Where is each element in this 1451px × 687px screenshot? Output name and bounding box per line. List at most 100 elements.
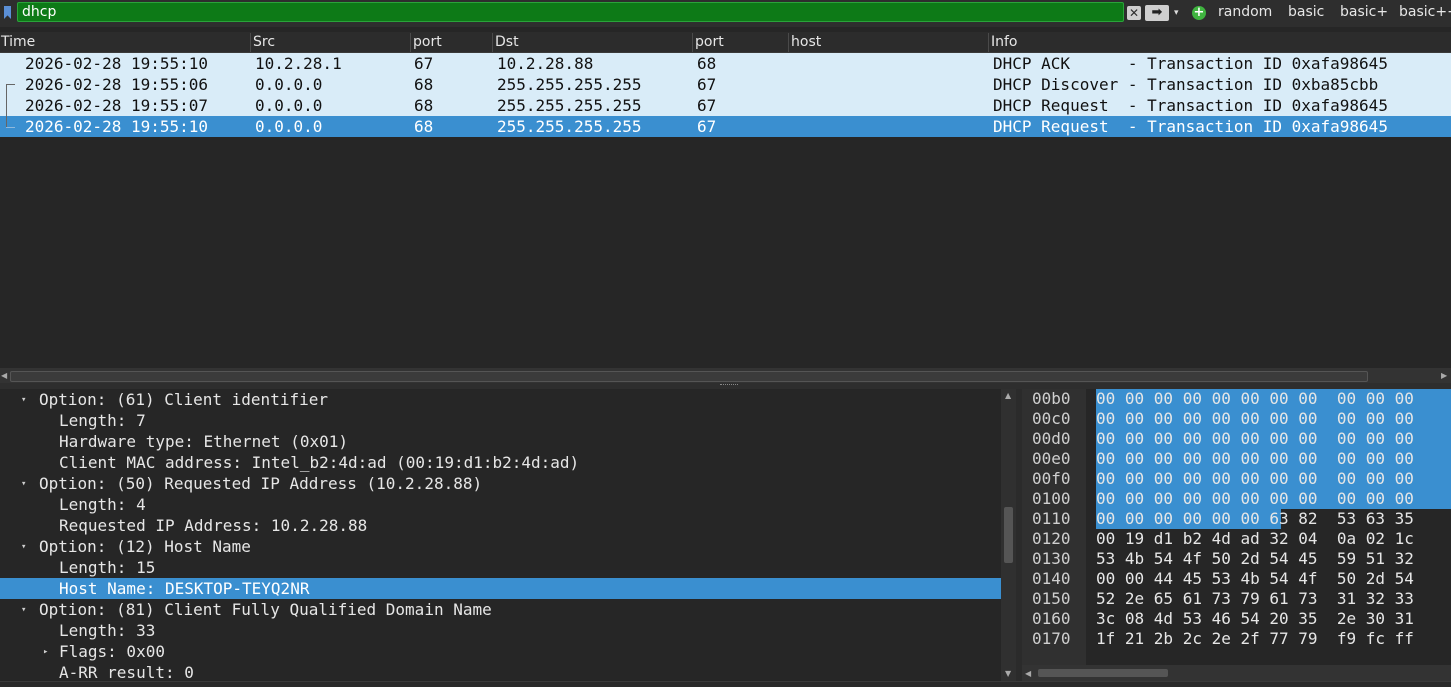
tree-item-label: Hardware type: Ethernet (0x01) xyxy=(59,432,348,451)
vscroll-thumb[interactable] xyxy=(1004,507,1013,563)
tree-item-selected[interactable]: Host Name: DESKTOP-TEYQ2NR xyxy=(0,578,1001,599)
column-header-time[interactable]: Time xyxy=(0,33,250,52)
tree-item-label: Length: 15 xyxy=(59,558,156,577)
filter-button-random[interactable]: random xyxy=(1218,4,1272,20)
apply-filter-icon[interactable]: ➡ xyxy=(1145,5,1169,21)
packet-bytes-pane[interactable]: 00b0 00 00 00 00 00 00 00 00 00 00 00 00… xyxy=(1022,389,1451,665)
byte-offset: 00f0 xyxy=(1032,469,1071,488)
filter-button-basic-plusplus[interactable]: basic++ xyxy=(1399,4,1451,20)
clear-filter-icon[interactable]: ✕ xyxy=(1127,6,1141,20)
hex-row[interactable]: 00 19 d1 b2 4d ad 32 04 0a 02 1c xyxy=(1096,529,1414,549)
tree-item-label: A-RR result: 0 xyxy=(59,663,194,681)
hex-row[interactable]: 52 2e 65 61 73 79 61 73 31 32 33 xyxy=(1096,589,1414,609)
packet-row[interactable]: 2026-02-28 19:55:06 0.0.0.0 68 255.255.2… xyxy=(0,74,1451,95)
packet-row[interactable]: 2026-02-28 19:55:07 0.0.0.0 68 255.255.2… xyxy=(0,95,1451,116)
tree-item[interactable]: Length: 15 xyxy=(0,557,1001,578)
tree-item-label: Length: 33 xyxy=(59,621,156,640)
add-filter-button-icon[interactable]: + xyxy=(1192,6,1206,20)
filter-button-basic[interactable]: basic xyxy=(1288,4,1324,20)
hex-row[interactable]: 1f 21 2b 2c 2e 2f 77 79 f9 fc ff xyxy=(1096,629,1414,649)
hex-row[interactable]: 00 00 00 00 00 00 63 82 53 63 35 xyxy=(1096,509,1414,529)
column-header-src[interactable]: Src xyxy=(250,33,412,52)
hscroll-thumb[interactable] xyxy=(10,371,1368,382)
tree-item[interactable]: Hardware type: Ethernet (0x01) xyxy=(0,431,1001,452)
expanded-arrow-icon[interactable]: ▾ xyxy=(21,390,26,411)
packet-info: DHCP Request - Transaction ID 0xafa98645 xyxy=(993,117,1388,136)
scroll-down-icon[interactable]: ▼ xyxy=(1005,669,1011,678)
hex-row[interactable]: 00 00 00 00 00 00 00 00 00 00 00 xyxy=(1096,469,1414,489)
tree-item-label: Option: (81) Client Fully Qualified Doma… xyxy=(39,600,492,619)
collapsed-arrow-icon[interactable]: ▸ xyxy=(43,642,48,663)
packet-list[interactable]: 2026-02-28 19:55:10 10.2.28.1 67 10.2.28… xyxy=(0,53,1451,368)
packet-dst-port: 68 xyxy=(697,54,717,73)
expanded-arrow-icon[interactable]: ▾ xyxy=(21,600,26,621)
tree-item[interactable]: ▸ Flags: 0x00 xyxy=(0,641,1001,662)
tree-item[interactable]: ▾ Option: (81) Client Fully Qualified Dom… xyxy=(0,599,1001,620)
tree-item[interactable]: ▾ Option: (12) Host Name xyxy=(0,536,1001,557)
status-bar xyxy=(0,681,1451,687)
packet-time: 2026-02-28 19:55:06 xyxy=(25,75,209,94)
expanded-arrow-icon[interactable]: ▾ xyxy=(21,474,26,495)
column-header-dst[interactable]: Dst xyxy=(492,33,694,52)
packet-details-tree[interactable]: ▾ Option: (61) Client identifier Length: … xyxy=(0,389,1001,681)
byte-offset: 00c0 xyxy=(1032,409,1071,428)
tree-item-label: Length: 7 xyxy=(59,411,146,430)
expanded-arrow-icon[interactable]: ▾ xyxy=(21,537,26,558)
packet-src-port: 67 xyxy=(414,54,434,73)
packet-src-port: 68 xyxy=(414,75,434,94)
filter-history-dropdown-icon[interactable]: ▾ xyxy=(1174,5,1184,21)
column-header-src-port[interactable]: port xyxy=(410,33,494,52)
hex-row[interactable]: 00 00 00 00 00 00 00 00 00 00 00 xyxy=(1096,389,1414,409)
tree-item[interactable]: Client MAC address: Intel_b2:4d:ad (00:1… xyxy=(0,452,1001,473)
tree-item[interactable]: Requested IP Address: 10.2.28.88 xyxy=(0,515,1001,536)
tree-item[interactable]: ▾ Option: (61) Client identifier xyxy=(0,389,1001,410)
byte-offset: 0100 xyxy=(1032,489,1071,508)
hex-row[interactable]: 00 00 00 00 00 00 00 00 00 00 00 xyxy=(1096,449,1414,469)
packet-info: DHCP ACK - Transaction ID 0xafa98645 xyxy=(993,54,1388,73)
filter-button-basic-plus[interactable]: basic+ xyxy=(1340,4,1388,20)
packet-row[interactable]: 2026-02-28 19:55:10 10.2.28.1 67 10.2.28… xyxy=(0,53,1451,74)
hscroll-thumb[interactable] xyxy=(1038,669,1168,677)
packet-dst: 10.2.28.88 xyxy=(497,54,594,73)
display-filter-input[interactable] xyxy=(17,2,1124,22)
scroll-up-icon[interactable]: ▲ xyxy=(1005,391,1011,400)
hex-row[interactable]: 3c 08 4d 53 46 54 20 35 2e 30 31 xyxy=(1096,609,1414,629)
packet-time: 2026-02-28 19:55:10 xyxy=(25,54,209,73)
hex-row[interactable]: 00 00 44 45 53 4b 54 4f 50 2d 54 xyxy=(1096,569,1414,589)
column-header-dst-port[interactable]: port xyxy=(692,33,790,52)
byte-offset: 0140 xyxy=(1032,569,1071,588)
scroll-left-icon[interactable]: ◀ xyxy=(1,371,7,380)
bytes-hscrollbar[interactable]: ◀ xyxy=(1022,665,1451,681)
scroll-left-icon[interactable]: ◀ xyxy=(1025,669,1031,678)
tree-item[interactable]: ▾ Option: (50) Requested IP Address (10.2… xyxy=(0,473,1001,494)
packet-src: 0.0.0.0 xyxy=(255,96,323,115)
hex-row[interactable]: 00 00 00 00 00 00 00 00 00 00 00 xyxy=(1096,429,1414,449)
splitter-grip[interactable] xyxy=(720,384,738,387)
details-vscrollbar[interactable]: ▲ ▼ xyxy=(1001,389,1016,681)
packet-list-hscrollbar[interactable]: ◀ ▶ xyxy=(0,368,1451,383)
scroll-right-icon[interactable]: ▶ xyxy=(1441,371,1447,380)
hex-row[interactable]: 53 4b 54 4f 50 2d 54 45 59 51 32 xyxy=(1096,549,1414,569)
tree-item-label: Option: (12) Host Name xyxy=(39,537,251,556)
packet-info: DHCP Discover - Transaction ID 0xba85cbb xyxy=(993,75,1379,94)
packet-time: 2026-02-28 19:55:07 xyxy=(25,96,209,115)
tree-item-label: Requested IP Address: 10.2.28.88 xyxy=(59,516,368,535)
bookmark-icon[interactable] xyxy=(4,6,11,19)
tree-item[interactable]: A-RR result: 0 xyxy=(0,662,1001,681)
packet-info: DHCP Request - Transaction ID 0xafa98645 xyxy=(993,96,1388,115)
byte-offset: 00e0 xyxy=(1032,449,1071,468)
byte-offset: 0120 xyxy=(1032,529,1071,548)
column-header-host[interactable]: host xyxy=(788,33,990,52)
tree-item[interactable]: Length: 7 xyxy=(0,410,1001,431)
tree-item[interactable]: Length: 33 xyxy=(0,620,1001,641)
hex-row[interactable]: 00 00 00 00 00 00 00 00 00 00 00 xyxy=(1096,409,1414,429)
packet-src-port: 68 xyxy=(414,96,434,115)
packet-dst: 255.255.255.255 xyxy=(497,117,642,136)
column-header-info[interactable]: Info xyxy=(988,33,1451,52)
byte-offset: 0130 xyxy=(1032,549,1071,568)
byte-offset: 0160 xyxy=(1032,609,1071,628)
packet-row-selected[interactable]: 2026-02-28 19:55:10 0.0.0.0 68 255.255.2… xyxy=(0,116,1451,137)
related-packet-bracket-top xyxy=(6,84,15,85)
tree-item[interactable]: Length: 4 xyxy=(0,494,1001,515)
hex-row[interactable]: 00 00 00 00 00 00 00 00 00 00 00 xyxy=(1096,489,1414,509)
